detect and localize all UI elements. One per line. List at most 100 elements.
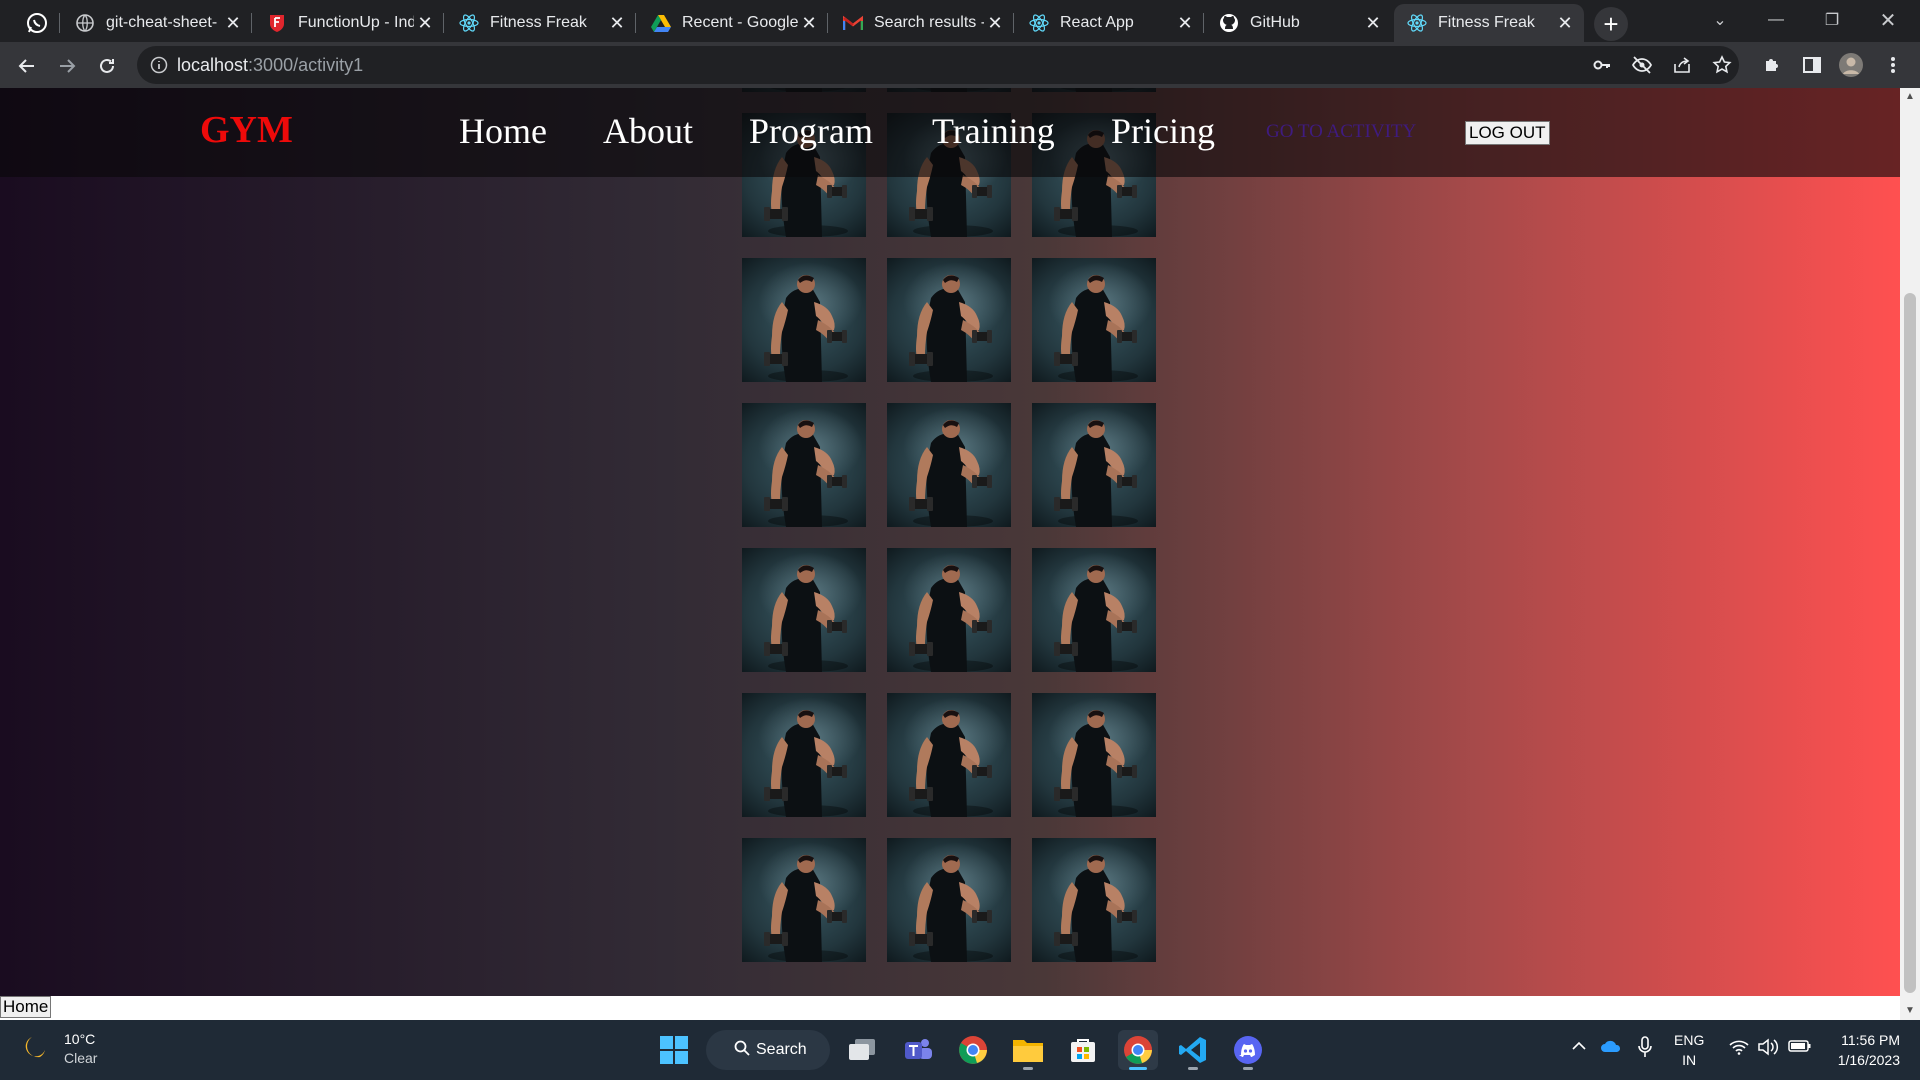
moon-icon [20,1032,50,1067]
page-scrollbar[interactable]: ▲ ▼ [1900,88,1920,1020]
onedrive-cloud-icon[interactable] [1600,1039,1622,1056]
close-icon[interactable]: ✕ [414,12,436,34]
close-icon[interactable]: ✕ [222,12,244,34]
chrome-icon[interactable] [953,1030,993,1070]
gallery-image [742,258,866,382]
whatsapp-icon [26,12,48,34]
extensions-puzzle-icon[interactable] [1759,52,1785,78]
file-explorer-icon[interactable] [1008,1030,1048,1070]
weather-desc: Clear [64,1050,98,1066]
close-icon[interactable]: ✕ [984,12,1006,34]
nav-home[interactable]: Home [459,110,547,152]
scrollbar-thumb[interactable] [1904,293,1916,993]
gallery-image [742,548,866,672]
gallery-image [742,838,866,962]
scroll-up-arrow-icon[interactable]: ▲ [1905,92,1915,102]
tab-git-cheat-sheet[interactable]: git-cheat-sheet- ✕ [62,4,252,42]
vscode-icon[interactable] [1173,1030,1213,1070]
gallery-image [887,838,1011,962]
address-bar[interactable]: localhost:3000/activity1 [137,46,1739,84]
forward-arrow-icon[interactable] [51,50,83,82]
gallery-image [742,403,866,527]
minimize-icon[interactable]: — [1748,0,1804,40]
clock-time: 11:56 PM [1841,1032,1900,1048]
page-viewport: GYM Home About Program Training Pricing … [0,88,1920,1020]
back-arrow-icon[interactable] [11,50,43,82]
language-indicator[interactable]: ENG IN [1674,1030,1704,1070]
nav-about[interactable]: About [603,110,693,152]
image-gallery [742,88,1156,962]
tab-title: Fitness Freak [1438,14,1535,31]
logout-button[interactable]: LOG OUT [1465,121,1550,145]
close-icon[interactable]: ✕ [1362,12,1384,34]
nav-training[interactable]: Training [932,110,1055,152]
site-navbar: GYM Home About Program Training Pricing … [0,88,1900,177]
url-text: localhost:3000/activity1 [177,55,364,75]
microsoft-store-icon[interactable] [1063,1030,1103,1070]
tab-title: FunctionUp - Ind [298,14,414,31]
nav-pricing[interactable]: Pricing [1111,110,1215,152]
github-icon [1218,12,1240,34]
battery-icon[interactable] [1788,1039,1812,1056]
home-button[interactable]: Home [0,996,52,1018]
system-clock[interactable]: 11:56 PM 1/16/2023 [1820,1030,1900,1070]
gallery-image [1032,403,1156,527]
windows-start-icon[interactable] [654,1030,694,1070]
gallery-image [887,403,1011,527]
profile-avatar[interactable] [1838,52,1864,78]
clock-date: 1/16/2023 [1837,1052,1900,1068]
restore-icon[interactable]: ❐ [1804,0,1860,40]
side-panel-icon[interactable] [1799,52,1825,78]
weather-temp: 10°C [64,1031,96,1047]
new-tab-button[interactable]: + [1594,7,1628,41]
microphone-icon[interactable] [1638,1036,1652,1061]
taskbar-search[interactable]: Search [706,1030,830,1070]
info-icon[interactable] [149,55,169,75]
tab-google-drive[interactable]: Recent - Google ✕ [638,4,828,42]
windows-taskbar: 10°C Clear Search ENG IN 11:56 PM 1/16/2… [0,1020,1920,1080]
go-to-activity-link[interactable]: GO TO ACTIVITY [1266,121,1416,143]
key-icon[interactable] [1589,52,1615,78]
scroll-down-arrow-icon[interactable]: ▼ [1905,1006,1915,1016]
more-menu-icon[interactable] [1880,52,1906,78]
tab-title: Fitness Freak [490,14,587,31]
tab-react-app[interactable]: React App ✕ [1016,4,1204,42]
close-icon[interactable]: ✕ [1174,12,1196,34]
search-icon [734,1040,750,1061]
gallery-image [1032,838,1156,962]
bookmark-star-icon[interactable] [1709,52,1735,78]
tab-fitness-freak-1[interactable]: Fitness Freak ✕ [446,4,636,42]
chevron-up-icon[interactable] [1571,1038,1587,1057]
close-icon[interactable]: ✕ [798,12,820,34]
tab-github[interactable]: GitHub ✕ [1206,4,1392,42]
tab-gmail[interactable]: Search results - ✕ [830,4,1014,42]
volume-icon[interactable] [1757,1038,1779,1059]
tab-fitness-freak-active[interactable]: Fitness Freak ✕ [1394,4,1584,42]
task-view-icon[interactable] [842,1030,882,1070]
share-icon[interactable] [1669,52,1695,78]
tab-functionup[interactable]: FunctionUp - Ind ✕ [254,4,444,42]
tab-strip: git-cheat-sheet- ✕ FunctionUp - Ind ✕ Fi… [0,0,1920,42]
google-drive-icon [650,12,672,34]
site-logo[interactable]: GYM [200,108,293,152]
eye-off-icon[interactable] [1629,52,1655,78]
gallery-image [887,258,1011,382]
region-code: IN [1682,1052,1697,1068]
weather-widget[interactable]: 10°C Clear [20,1030,97,1068]
tab-title: GitHub [1250,14,1300,31]
teams-icon[interactable] [898,1030,938,1070]
activity-page: GYM Home About Program Training Pricing … [0,88,1900,996]
window-close-icon[interactable]: ✕ [1860,0,1916,40]
close-icon[interactable]: ✕ [606,12,628,34]
tab-search-chevron-icon[interactable]: ⌄ [1692,0,1748,40]
gallery-image [1032,548,1156,672]
gallery-image [742,693,866,817]
nav-program[interactable]: Program [749,110,873,152]
reload-icon[interactable] [91,50,123,82]
close-icon[interactable]: ✕ [1554,12,1576,34]
wifi-icon[interactable] [1729,1039,1749,1058]
tab-whatsapp[interactable] [14,4,60,42]
react-icon [458,12,480,34]
discord-icon[interactable] [1228,1030,1268,1070]
chrome-active-icon[interactable] [1118,1030,1158,1070]
